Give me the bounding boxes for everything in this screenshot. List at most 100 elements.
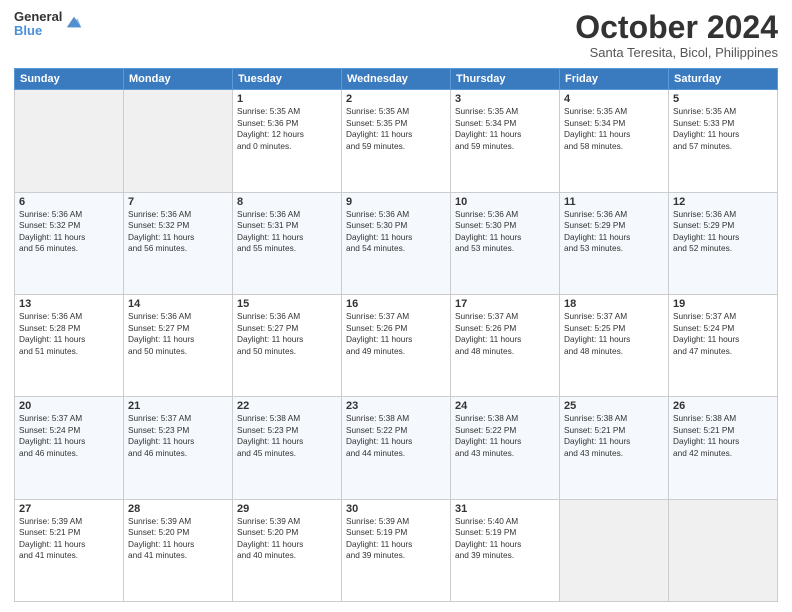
calendar-cell: 11Sunrise: 5:36 AM Sunset: 5:29 PM Dayli… (560, 192, 669, 294)
day-number: 30 (346, 503, 446, 515)
calendar-cell: 5Sunrise: 5:35 AM Sunset: 5:33 PM Daylig… (669, 90, 778, 192)
cell-content: Sunrise: 5:39 AM Sunset: 5:19 PM Dayligh… (346, 516, 446, 562)
col-header-friday: Friday (560, 69, 669, 90)
calendar-cell: 22Sunrise: 5:38 AM Sunset: 5:23 PM Dayli… (233, 397, 342, 499)
calendar-cell: 31Sunrise: 5:40 AM Sunset: 5:19 PM Dayli… (451, 499, 560, 601)
day-number: 11 (564, 196, 664, 208)
cell-content: Sunrise: 5:37 AM Sunset: 5:23 PM Dayligh… (128, 413, 228, 459)
col-header-sunday: Sunday (15, 69, 124, 90)
cell-content: Sunrise: 5:38 AM Sunset: 5:22 PM Dayligh… (346, 413, 446, 459)
calendar-cell: 13Sunrise: 5:36 AM Sunset: 5:28 PM Dayli… (15, 294, 124, 396)
calendar-cell: 25Sunrise: 5:38 AM Sunset: 5:21 PM Dayli… (560, 397, 669, 499)
day-number: 6 (19, 196, 119, 208)
calendar-cell (15, 90, 124, 192)
cell-content: Sunrise: 5:39 AM Sunset: 5:20 PM Dayligh… (237, 516, 337, 562)
cell-content: Sunrise: 5:36 AM Sunset: 5:27 PM Dayligh… (128, 311, 228, 357)
day-number: 28 (128, 503, 228, 515)
cell-content: Sunrise: 5:36 AM Sunset: 5:31 PM Dayligh… (237, 209, 337, 255)
day-number: 26 (673, 400, 773, 412)
cell-content: Sunrise: 5:38 AM Sunset: 5:21 PM Dayligh… (673, 413, 773, 459)
day-number: 23 (346, 400, 446, 412)
logo-icon (65, 13, 83, 31)
day-number: 1 (237, 93, 337, 105)
calendar-row-4: 27Sunrise: 5:39 AM Sunset: 5:21 PM Dayli… (15, 499, 778, 601)
page: General Blue October 2024 Santa Teresita… (0, 0, 792, 612)
cell-content: Sunrise: 5:37 AM Sunset: 5:24 PM Dayligh… (19, 413, 119, 459)
cell-content: Sunrise: 5:36 AM Sunset: 5:32 PM Dayligh… (128, 209, 228, 255)
cell-content: Sunrise: 5:36 AM Sunset: 5:29 PM Dayligh… (673, 209, 773, 255)
calendar-cell: 16Sunrise: 5:37 AM Sunset: 5:26 PM Dayli… (342, 294, 451, 396)
calendar-cell: 1Sunrise: 5:35 AM Sunset: 5:36 PM Daylig… (233, 90, 342, 192)
cell-content: Sunrise: 5:35 AM Sunset: 5:33 PM Dayligh… (673, 106, 773, 152)
calendar-cell: 20Sunrise: 5:37 AM Sunset: 5:24 PM Dayli… (15, 397, 124, 499)
cell-content: Sunrise: 5:38 AM Sunset: 5:23 PM Dayligh… (237, 413, 337, 459)
day-number: 15 (237, 298, 337, 310)
day-number: 18 (564, 298, 664, 310)
calendar-cell: 23Sunrise: 5:38 AM Sunset: 5:22 PM Dayli… (342, 397, 451, 499)
calendar-cell: 14Sunrise: 5:36 AM Sunset: 5:27 PM Dayli… (124, 294, 233, 396)
calendar-cell: 21Sunrise: 5:37 AM Sunset: 5:23 PM Dayli… (124, 397, 233, 499)
calendar-cell: 7Sunrise: 5:36 AM Sunset: 5:32 PM Daylig… (124, 192, 233, 294)
calendar-cell: 27Sunrise: 5:39 AM Sunset: 5:21 PM Dayli… (15, 499, 124, 601)
calendar-row-2: 13Sunrise: 5:36 AM Sunset: 5:28 PM Dayli… (15, 294, 778, 396)
day-number: 17 (455, 298, 555, 310)
day-number: 3 (455, 93, 555, 105)
calendar-cell: 17Sunrise: 5:37 AM Sunset: 5:26 PM Dayli… (451, 294, 560, 396)
calendar-cell (560, 499, 669, 601)
day-number: 19 (673, 298, 773, 310)
day-number: 29 (237, 503, 337, 515)
cell-content: Sunrise: 5:37 AM Sunset: 5:25 PM Dayligh… (564, 311, 664, 357)
calendar-cell: 29Sunrise: 5:39 AM Sunset: 5:20 PM Dayli… (233, 499, 342, 601)
day-number: 5 (673, 93, 773, 105)
calendar-cell: 8Sunrise: 5:36 AM Sunset: 5:31 PM Daylig… (233, 192, 342, 294)
col-header-wednesday: Wednesday (342, 69, 451, 90)
cell-content: Sunrise: 5:37 AM Sunset: 5:26 PM Dayligh… (346, 311, 446, 357)
day-number: 21 (128, 400, 228, 412)
calendar-cell: 18Sunrise: 5:37 AM Sunset: 5:25 PM Dayli… (560, 294, 669, 396)
logo-text: General Blue (14, 10, 62, 39)
calendar-cell (124, 90, 233, 192)
cell-content: Sunrise: 5:38 AM Sunset: 5:21 PM Dayligh… (564, 413, 664, 459)
cell-content: Sunrise: 5:36 AM Sunset: 5:28 PM Dayligh… (19, 311, 119, 357)
cell-content: Sunrise: 5:36 AM Sunset: 5:30 PM Dayligh… (346, 209, 446, 255)
calendar-cell: 26Sunrise: 5:38 AM Sunset: 5:21 PM Dayli… (669, 397, 778, 499)
calendar-table: SundayMondayTuesdayWednesdayThursdayFrid… (14, 68, 778, 602)
day-number: 9 (346, 196, 446, 208)
day-number: 2 (346, 93, 446, 105)
cell-content: Sunrise: 5:35 AM Sunset: 5:34 PM Dayligh… (564, 106, 664, 152)
cell-content: Sunrise: 5:37 AM Sunset: 5:26 PM Dayligh… (455, 311, 555, 357)
cell-content: Sunrise: 5:35 AM Sunset: 5:34 PM Dayligh… (455, 106, 555, 152)
day-number: 22 (237, 400, 337, 412)
calendar-cell: 10Sunrise: 5:36 AM Sunset: 5:30 PM Dayli… (451, 192, 560, 294)
calendar-cell: 19Sunrise: 5:37 AM Sunset: 5:24 PM Dayli… (669, 294, 778, 396)
calendar-cell: 28Sunrise: 5:39 AM Sunset: 5:20 PM Dayli… (124, 499, 233, 601)
day-number: 12 (673, 196, 773, 208)
calendar-cell: 24Sunrise: 5:38 AM Sunset: 5:22 PM Dayli… (451, 397, 560, 499)
day-number: 20 (19, 400, 119, 412)
day-number: 16 (346, 298, 446, 310)
day-number: 10 (455, 196, 555, 208)
calendar-cell: 12Sunrise: 5:36 AM Sunset: 5:29 PM Dayli… (669, 192, 778, 294)
calendar-cell: 3Sunrise: 5:35 AM Sunset: 5:34 PM Daylig… (451, 90, 560, 192)
calendar-cell: 15Sunrise: 5:36 AM Sunset: 5:27 PM Dayli… (233, 294, 342, 396)
col-header-monday: Monday (124, 69, 233, 90)
cell-content: Sunrise: 5:36 AM Sunset: 5:27 PM Dayligh… (237, 311, 337, 357)
col-header-tuesday: Tuesday (233, 69, 342, 90)
day-number: 8 (237, 196, 337, 208)
cell-content: Sunrise: 5:36 AM Sunset: 5:29 PM Dayligh… (564, 209, 664, 255)
cell-content: Sunrise: 5:36 AM Sunset: 5:30 PM Dayligh… (455, 209, 555, 255)
day-number: 14 (128, 298, 228, 310)
calendar-cell: 6Sunrise: 5:36 AM Sunset: 5:32 PM Daylig… (15, 192, 124, 294)
calendar-row-0: 1Sunrise: 5:35 AM Sunset: 5:36 PM Daylig… (15, 90, 778, 192)
header-row: SundayMondayTuesdayWednesdayThursdayFrid… (15, 69, 778, 90)
logo: General Blue (14, 10, 83, 39)
month-title: October 2024 (575, 10, 778, 45)
cell-content: Sunrise: 5:40 AM Sunset: 5:19 PM Dayligh… (455, 516, 555, 562)
calendar-cell: 30Sunrise: 5:39 AM Sunset: 5:19 PM Dayli… (342, 499, 451, 601)
calendar-cell: 2Sunrise: 5:35 AM Sunset: 5:35 PM Daylig… (342, 90, 451, 192)
cell-content: Sunrise: 5:37 AM Sunset: 5:24 PM Dayligh… (673, 311, 773, 357)
day-number: 31 (455, 503, 555, 515)
day-number: 24 (455, 400, 555, 412)
logo-line2: Blue (14, 24, 62, 38)
cell-content: Sunrise: 5:35 AM Sunset: 5:36 PM Dayligh… (237, 106, 337, 152)
